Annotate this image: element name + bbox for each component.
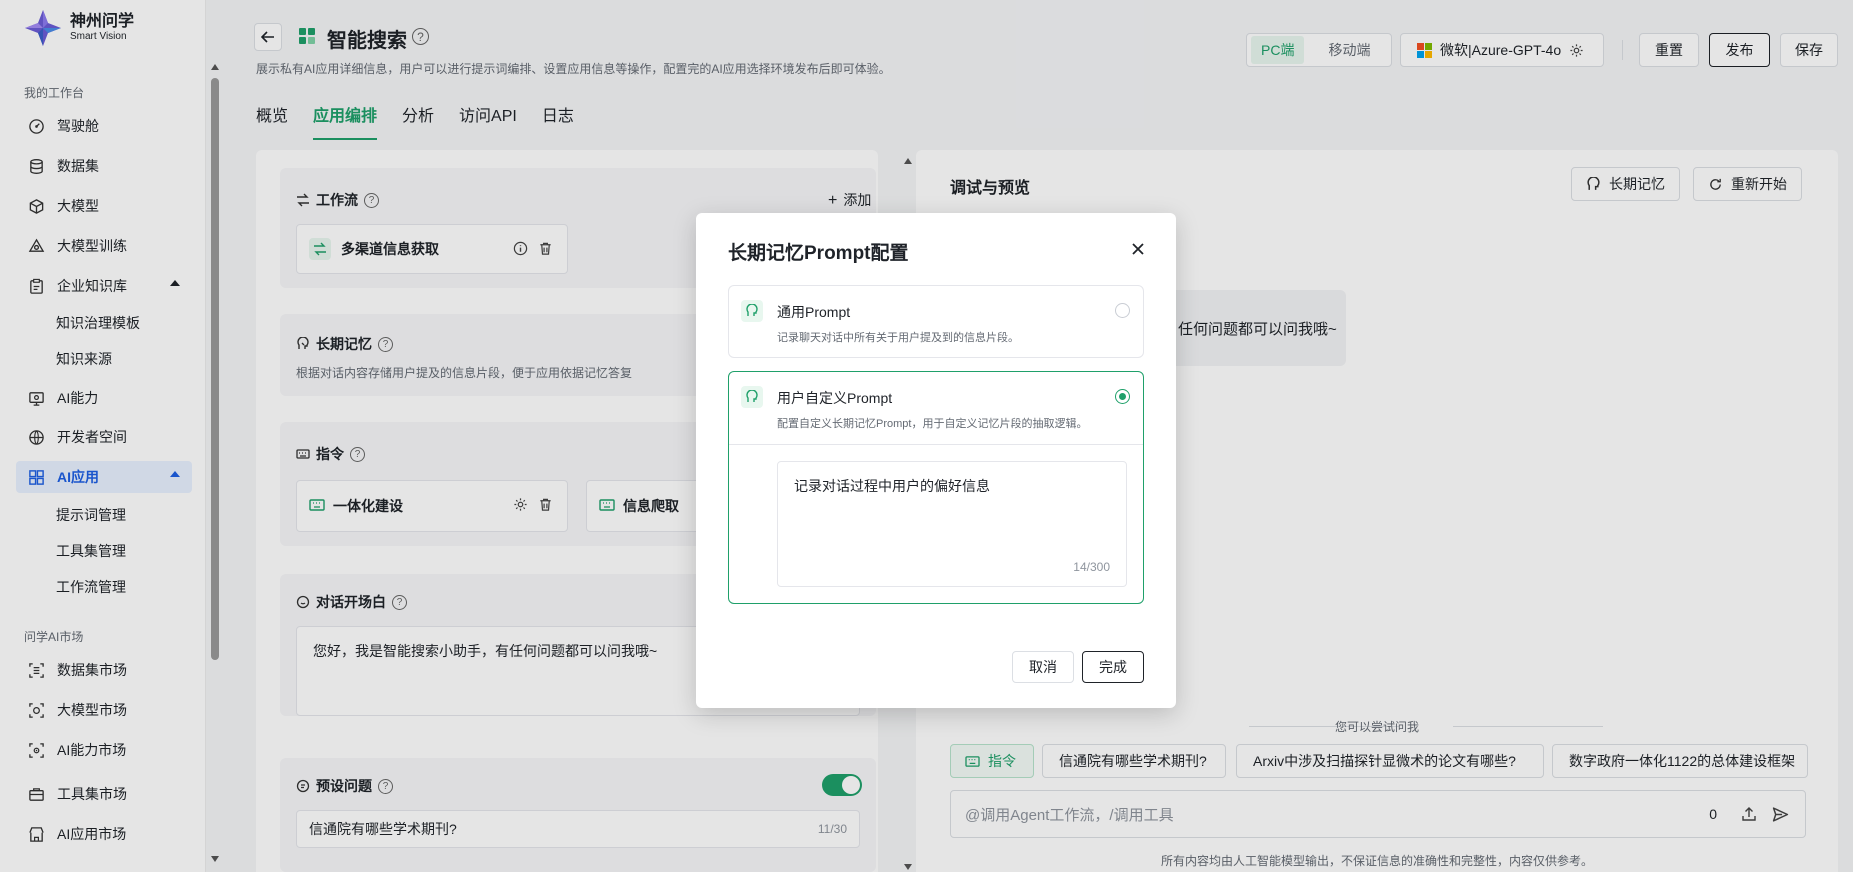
custom-prompt-count: 14/300: [1073, 560, 1110, 574]
option-title: 通用Prompt: [777, 304, 851, 320]
option-general-prompt[interactable]: 通用Prompt 记录聊天对话中所有关于用户提及到的信息片段。: [728, 285, 1144, 358]
cancel-button[interactable]: 取消: [1012, 651, 1074, 683]
memory-prompt-dialog: 长期记忆Prompt配置 通用Prompt 记录聊天对话中所有关于用户提及到的信…: [696, 213, 1176, 708]
brain-icon: [741, 386, 763, 408]
option-description: 配置自定义长期记忆Prompt，用于自定义记忆片段的抽取逻辑。: [777, 418, 1088, 430]
custom-prompt-text: 记录对话过程中用户的偏好信息: [794, 478, 990, 494]
dialog-title: 长期记忆Prompt配置: [728, 243, 909, 264]
option-divider: [729, 444, 1143, 445]
done-button[interactable]: 完成: [1082, 651, 1144, 683]
custom-prompt-textarea[interactable]: 记录对话过程中用户的偏好信息 14/300: [777, 461, 1127, 587]
radio-custom[interactable]: [1115, 389, 1130, 404]
option-description: 记录聊天对话中所有关于用户提及到的信息片段。: [777, 332, 1019, 344]
option-custom-prompt[interactable]: 用户自定义Prompt 配置自定义长期记忆Prompt，用于自定义记忆片段的抽取…: [728, 371, 1144, 604]
close-icon[interactable]: [1128, 239, 1148, 259]
brain-icon: [741, 300, 763, 322]
option-title: 用户自定义Prompt: [777, 390, 893, 406]
radio-general[interactable]: [1115, 303, 1130, 318]
